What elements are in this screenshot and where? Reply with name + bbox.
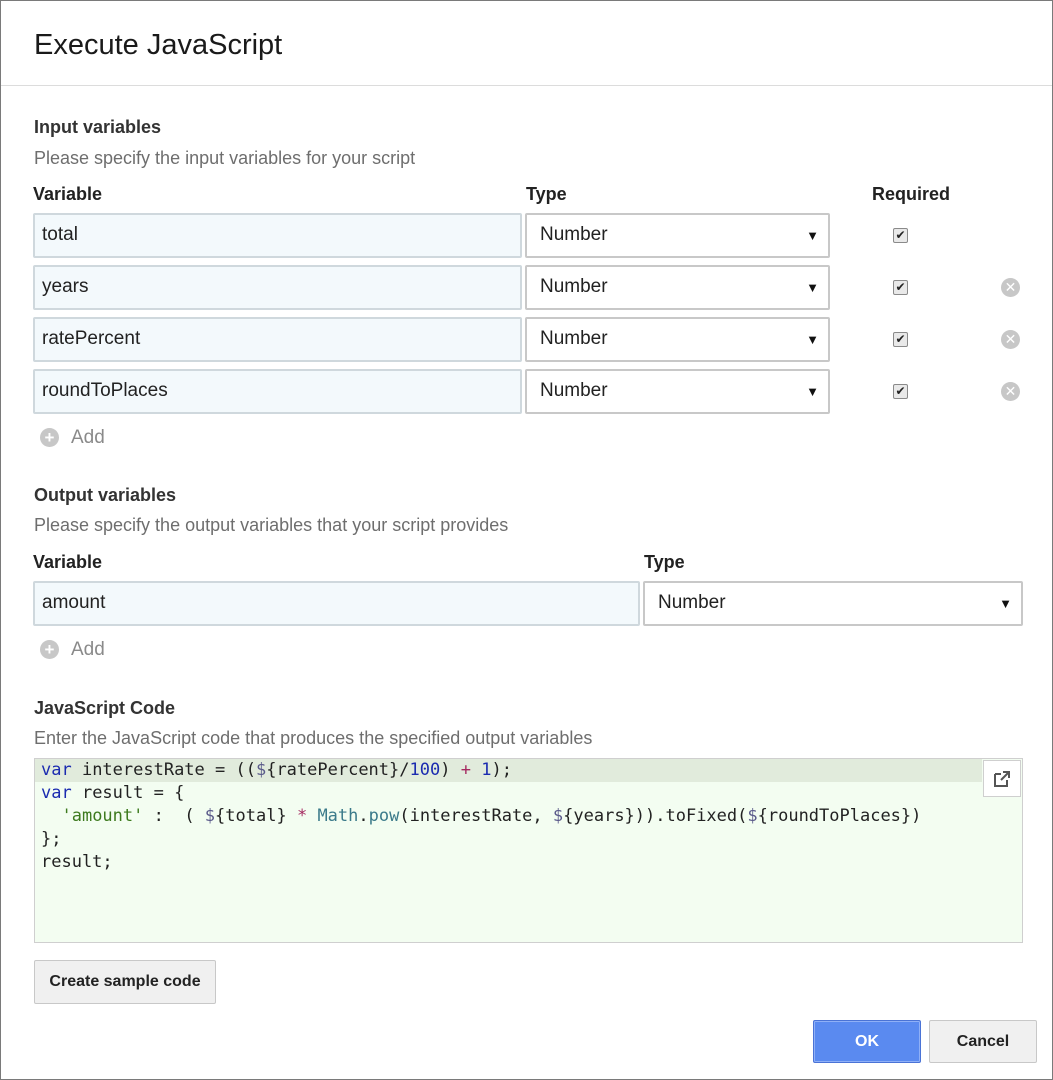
- code-editor[interactable]: var interestRate = ((${ratePercent}/100)…: [34, 758, 1023, 943]
- input-variable-type-select[interactable]: Number ▼: [525, 265, 830, 310]
- checkmark-icon: ✔: [895, 384, 906, 398]
- input-col-type: Type: [526, 184, 567, 204]
- title-divider: [1, 85, 1052, 86]
- required-checkbox[interactable]: ✔: [893, 228, 908, 243]
- input-variables-description: Please specify the input variables for y…: [34, 148, 416, 168]
- input-variable-name-field[interactable]: total: [33, 213, 522, 258]
- select-value: Number: [540, 380, 608, 401]
- remove-variable-icon[interactable]: ✕: [1001, 278, 1020, 297]
- input-variable-name-field[interactable]: ratePercent: [33, 317, 522, 362]
- required-checkbox[interactable]: ✔: [893, 332, 908, 347]
- checkmark-icon: ✔: [895, 228, 906, 242]
- select-value: Number: [540, 224, 608, 245]
- output-variables-title: Output variables: [34, 485, 177, 505]
- code-line: };: [41, 829, 62, 849]
- create-sample-code-button[interactable]: Create sample code: [34, 960, 216, 1004]
- add-label: Add: [71, 427, 105, 448]
- open-editor-button[interactable]: [983, 760, 1021, 797]
- code-line: 'amount' : ( ${total} * Math.pow(interes…: [61, 806, 922, 826]
- code-line: var interestRate = ((${ratePercent}/100)…: [35, 759, 982, 782]
- select-value: Number: [540, 276, 608, 297]
- select-value: Number: [658, 592, 726, 613]
- input-variable-type-select[interactable]: Number ▼: [525, 369, 830, 414]
- input-variable-name-field[interactable]: years: [33, 265, 522, 310]
- code-line: result;: [41, 852, 113, 872]
- javascript-code-description: Enter the JavaScript code that produces …: [34, 728, 593, 748]
- output-col-type: Type: [644, 552, 685, 572]
- input-variables-title: Input variables: [34, 117, 162, 137]
- ok-button[interactable]: OK: [813, 1020, 921, 1063]
- input-variable-type-select[interactable]: Number ▼: [525, 213, 830, 258]
- input-col-variable: Variable: [33, 184, 103, 204]
- input-variable-name-field[interactable]: roundToPlaces: [33, 369, 522, 414]
- chevron-down-icon: ▼: [806, 332, 819, 347]
- execute-javascript-dialog: Execute JavaScript Input variables Pleas…: [0, 0, 1053, 1080]
- chevron-down-icon: ▼: [999, 596, 1012, 611]
- javascript-code-title: JavaScript Code: [34, 698, 176, 718]
- required-checkbox[interactable]: ✔: [893, 384, 908, 399]
- output-variables-description: Please specify the output variables that…: [34, 515, 509, 535]
- checkmark-icon: ✔: [895, 280, 906, 294]
- remove-variable-icon[interactable]: ✕: [1001, 382, 1020, 401]
- output-col-variable: Variable: [33, 552, 103, 572]
- chevron-down-icon: ▼: [806, 384, 819, 399]
- output-variable-name-field[interactable]: amount: [33, 581, 640, 626]
- add-label: Add: [71, 639, 105, 660]
- code-line: var result = {: [41, 783, 185, 803]
- input-variable-type-select[interactable]: Number ▼: [525, 317, 830, 362]
- external-link-icon: [994, 771, 1010, 787]
- plus-icon: +: [40, 640, 59, 659]
- cancel-button[interactable]: Cancel: [929, 1020, 1037, 1063]
- input-col-required: Required: [872, 184, 951, 204]
- remove-variable-icon[interactable]: ✕: [1001, 330, 1020, 349]
- dialog-title: Execute JavaScript: [34, 29, 283, 61]
- chevron-down-icon: ▼: [806, 228, 819, 243]
- plus-icon: +: [40, 428, 59, 447]
- chevron-down-icon: ▼: [806, 280, 819, 295]
- required-checkbox[interactable]: ✔: [893, 280, 908, 295]
- checkmark-icon: ✔: [895, 332, 906, 346]
- output-variable-type-select[interactable]: Number ▼: [643, 581, 1023, 626]
- select-value: Number: [540, 328, 608, 349]
